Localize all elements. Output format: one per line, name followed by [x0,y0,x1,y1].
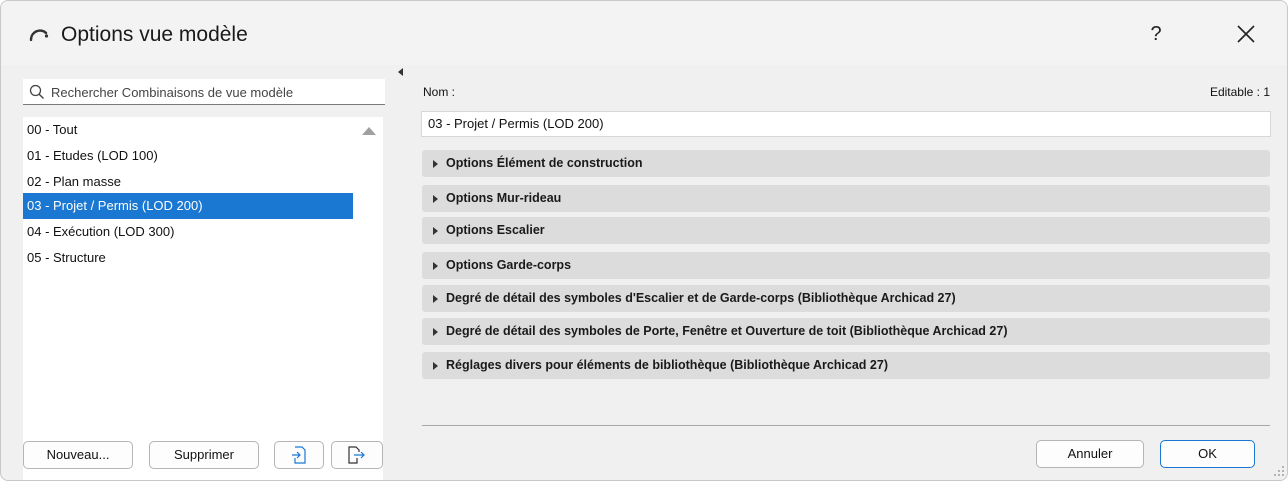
combinations-panel: 00 - Tout 01 - Etudes (LOD 100) 02 - Pla… [1,65,397,480]
search-icon [29,84,44,99]
list-item-selected[interactable]: 03 - Projet / Permis (LOD 200) [23,193,353,219]
section-stair-options[interactable]: Options Escalier [422,217,1270,244]
section-railing-options[interactable]: Options Garde-corps [422,252,1270,279]
footer-divider [422,425,1270,426]
help-button[interactable]: ? [1141,19,1171,49]
section-label: Options Escalier [446,223,545,237]
section-stair-railing-symbol-detail[interactable]: Degré de détail des symboles d'Escalier … [422,285,1270,312]
scroll-up-arrow-icon[interactable] [362,127,376,135]
section-label: Options Mur-rideau [446,191,562,205]
section-label: Degré de détail des symboles de Porte, F… [446,324,1008,338]
section-label: Réglages divers pour éléments de bibliot… [446,358,888,372]
export-icon [348,446,365,464]
resize-grip-icon[interactable] [1273,465,1285,477]
ok-button[interactable]: OK [1160,440,1255,468]
import-icon [292,446,306,464]
panel-splitter[interactable] [398,65,404,480]
section-label: Degré de détail des symboles d'Escalier … [446,291,956,305]
cancel-button[interactable]: Annuler [1036,440,1144,468]
delete-button[interactable]: Supprimer [149,441,259,469]
dialog-title: Options vue modèle [61,23,248,46]
name-field[interactable]: 03 - Projet / Permis (LOD 200) [421,111,1271,137]
options-dialog: Options vue modèle ? 00 - Tout 01 - Etud… [0,0,1288,481]
expand-arrow-icon [433,262,438,270]
expand-arrow-icon [433,295,438,303]
expand-arrow-icon [433,328,438,336]
list-item[interactable]: 00 - Tout [23,117,353,143]
section-library-misc-settings[interactable]: Réglages divers pour éléments de bibliot… [422,352,1270,379]
list-scrollbar[interactable] [353,117,383,480]
import-button[interactable] [274,441,324,469]
editable-count: Editable : 1 [1209,85,1270,99]
section-curtain-wall-options[interactable]: Options Mur-rideau [422,185,1270,212]
name-label: Nom : [423,85,456,99]
expand-arrow-icon [433,195,438,203]
section-door-window-symbol-detail[interactable]: Degré de détail des symboles de Porte, F… [422,318,1270,345]
list-item[interactable]: 02 - Plan masse [23,169,353,195]
title-bar: Options vue modèle ? [1,1,1287,65]
collapse-left-panel-icon[interactable] [398,68,403,76]
list-item[interactable]: 05 - Structure [23,245,353,271]
combinations-list: 00 - Tout 01 - Etudes (LOD 100) 02 - Pla… [23,117,353,480]
section-label: Options Garde-corps [446,258,572,272]
section-building-element-options[interactable]: Options Élément de construction [422,150,1270,177]
expand-arrow-icon [433,227,438,235]
search-input[interactable] [49,79,379,105]
section-label: Options Élément de construction [446,156,643,170]
export-button[interactable] [331,441,383,469]
list-item[interactable]: 04 - Exécution (LOD 300) [23,219,353,245]
list-item[interactable]: 01 - Etudes (LOD 100) [23,143,353,169]
close-icon[interactable] [1231,19,1261,49]
expand-arrow-icon [433,362,438,370]
archicad-logo-icon [29,29,49,41]
search-box[interactable] [23,79,385,105]
expand-arrow-icon [433,160,438,168]
new-button[interactable]: Nouveau... [23,441,133,469]
